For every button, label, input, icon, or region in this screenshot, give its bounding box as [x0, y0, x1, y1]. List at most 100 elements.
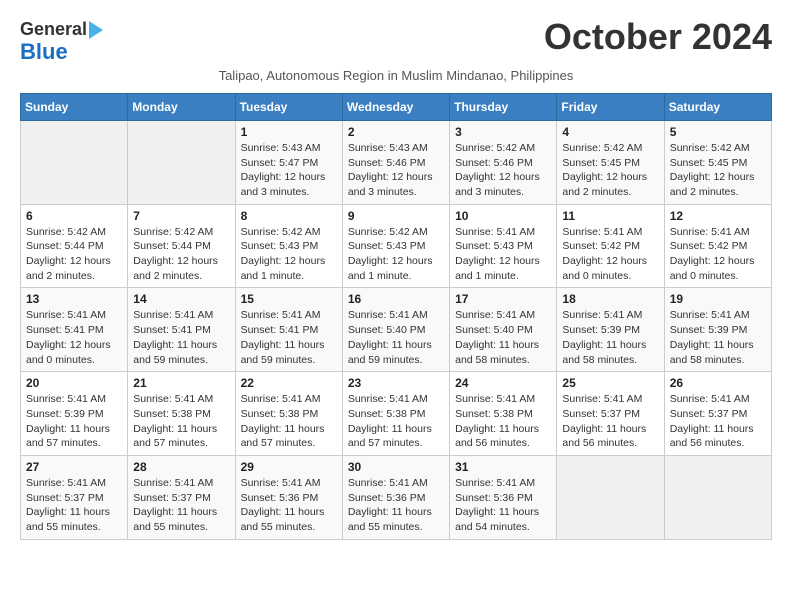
calendar-cell: [557, 455, 664, 539]
weekday-header-saturday: Saturday: [664, 93, 771, 120]
day-info: Sunrise: 5:42 AMSunset: 5:43 PMDaylight:…: [241, 225, 337, 284]
day-number: 1: [241, 125, 337, 139]
day-info: Sunrise: 5:41 AMSunset: 5:36 PMDaylight:…: [241, 476, 337, 535]
logo-arrow-icon: [89, 21, 103, 39]
calendar-cell: 13 Sunrise: 5:41 AMSunset: 5:41 PMDayligh…: [21, 288, 128, 372]
day-info: Sunrise: 5:42 AMSunset: 5:44 PMDaylight:…: [26, 225, 122, 284]
day-info: Sunrise: 5:41 AMSunset: 5:41 PMDaylight:…: [26, 308, 122, 367]
calendar-week-4: 20 Sunrise: 5:41 AMSunset: 5:39 PMDayligh…: [21, 372, 772, 456]
calendar-cell: 30 Sunrise: 5:41 AMSunset: 5:36 PMDayligh…: [342, 455, 449, 539]
calendar-cell: 4Sunrise: 5:42 AMSunset: 5:45 PMDaylight…: [557, 120, 664, 204]
calendar-cell: [21, 120, 128, 204]
day-number: 26: [670, 376, 766, 390]
calendar-cell: 17 Sunrise: 5:41 AMSunset: 5:40 PMDayligh…: [450, 288, 557, 372]
calendar-cell: 7 Sunrise: 5:42 AMSunset: 5:44 PMDaylight…: [128, 204, 235, 288]
day-info: Sunrise: 5:41 AMSunset: 5:38 PMDaylight:…: [348, 392, 444, 451]
day-info: Sunrise: 5:41 AMSunset: 5:38 PMDaylight:…: [133, 392, 229, 451]
calendar-cell: [128, 120, 235, 204]
calendar-subtitle: Talipao, Autonomous Region in Muslim Min…: [20, 68, 772, 83]
logo: General Blue: [20, 20, 103, 64]
day-number: 29: [241, 460, 337, 474]
day-number: 30: [348, 460, 444, 474]
weekday-header-thursday: Thursday: [450, 93, 557, 120]
weekday-header-friday: Friday: [557, 93, 664, 120]
day-info: Sunrise: 5:42 AMSunset: 5:45 PMDaylight:…: [670, 141, 766, 200]
day-info: Sunrise: 5:41 AMSunset: 5:42 PMDaylight:…: [562, 225, 658, 284]
day-info: Sunrise: 5:41 AMSunset: 5:37 PMDaylight:…: [26, 476, 122, 535]
day-info: Sunrise: 5:41 AMSunset: 5:37 PMDaylight:…: [133, 476, 229, 535]
day-number: 27: [26, 460, 122, 474]
calendar-cell: 3Sunrise: 5:42 AMSunset: 5:46 PMDaylight…: [450, 120, 557, 204]
day-info: Sunrise: 5:41 AMSunset: 5:42 PMDaylight:…: [670, 225, 766, 284]
day-info: Sunrise: 5:41 AMSunset: 5:40 PMDaylight:…: [455, 308, 551, 367]
day-info: Sunrise: 5:42 AMSunset: 5:43 PMDaylight:…: [348, 225, 444, 284]
day-info: Sunrise: 5:43 AMSunset: 5:46 PMDaylight:…: [348, 141, 444, 200]
calendar-week-2: 6 Sunrise: 5:42 AMSunset: 5:44 PMDaylight…: [21, 204, 772, 288]
calendar-cell: 8Sunrise: 5:42 AMSunset: 5:43 PMDaylight…: [235, 204, 342, 288]
day-number: 20: [26, 376, 122, 390]
calendar-cell: 1Sunrise: 5:43 AMSunset: 5:47 PMDaylight…: [235, 120, 342, 204]
day-number: 22: [241, 376, 337, 390]
day-info: Sunrise: 5:42 AMSunset: 5:44 PMDaylight:…: [133, 225, 229, 284]
day-number: 16: [348, 292, 444, 306]
day-info: Sunrise: 5:41 AMSunset: 5:38 PMDaylight:…: [455, 392, 551, 451]
calendar-cell: 29 Sunrise: 5:41 AMSunset: 5:36 PMDayligh…: [235, 455, 342, 539]
day-number: 7: [133, 209, 229, 223]
calendar-cell: 2 Sunrise: 5:43 AMSunset: 5:46 PMDaylight…: [342, 120, 449, 204]
day-info: Sunrise: 5:41 AMSunset: 5:41 PMDaylight:…: [241, 308, 337, 367]
calendar-week-5: 27 Sunrise: 5:41 AMSunset: 5:37 PMDayligh…: [21, 455, 772, 539]
header: General Blue October 2024: [20, 16, 772, 64]
day-number: 23: [348, 376, 444, 390]
day-number: 11: [562, 209, 658, 223]
day-info: Sunrise: 5:41 AMSunset: 5:39 PMDaylight:…: [562, 308, 658, 367]
day-info: Sunrise: 5:41 AMSunset: 5:41 PMDaylight:…: [133, 308, 229, 367]
day-info: Sunrise: 5:41 AMSunset: 5:40 PMDaylight:…: [348, 308, 444, 367]
weekday-header-wednesday: Wednesday: [342, 93, 449, 120]
day-number: 13: [26, 292, 122, 306]
day-number: 21: [133, 376, 229, 390]
calendar-cell: 28 Sunrise: 5:41 AMSunset: 5:37 PMDayligh…: [128, 455, 235, 539]
day-number: 12: [670, 209, 766, 223]
calendar-cell: 16 Sunrise: 5:41 AMSunset: 5:40 PMDayligh…: [342, 288, 449, 372]
day-number: 6: [26, 209, 122, 223]
day-number: 31: [455, 460, 551, 474]
logo-text-general: General: [20, 20, 87, 40]
day-info: Sunrise: 5:41 AMSunset: 5:36 PMDaylight:…: [455, 476, 551, 535]
day-number: 18: [562, 292, 658, 306]
calendar-cell: 25Sunrise: 5:41 AMSunset: 5:37 PMDayligh…: [557, 372, 664, 456]
day-number: 3: [455, 125, 551, 139]
weekday-header-sunday: Sunday: [21, 93, 128, 120]
weekday-header-row: SundayMondayTuesdayWednesdayThursdayFrid…: [21, 93, 772, 120]
calendar-cell: 31 Sunrise: 5:41 AMSunset: 5:36 PMDayligh…: [450, 455, 557, 539]
day-number: 19: [670, 292, 766, 306]
calendar-cell: 15Sunrise: 5:41 AMSunset: 5:41 PMDayligh…: [235, 288, 342, 372]
calendar-cell: 22 Sunrise: 5:41 AMSunset: 5:38 PMDayligh…: [235, 372, 342, 456]
weekday-header-tuesday: Tuesday: [235, 93, 342, 120]
weekday-header-monday: Monday: [128, 93, 235, 120]
day-info: Sunrise: 5:41 AMSunset: 5:37 PMDaylight:…: [670, 392, 766, 451]
calendar-cell: [664, 455, 771, 539]
calendar-cell: 9 Sunrise: 5:42 AMSunset: 5:43 PMDaylight…: [342, 204, 449, 288]
day-number: 25: [562, 376, 658, 390]
day-info: Sunrise: 5:41 AMSunset: 5:38 PMDaylight:…: [241, 392, 337, 451]
day-number: 17: [455, 292, 551, 306]
day-info: Sunrise: 5:41 AMSunset: 5:39 PMDaylight:…: [26, 392, 122, 451]
day-number: 2: [348, 125, 444, 139]
day-info: Sunrise: 5:41 AMSunset: 5:39 PMDaylight:…: [670, 308, 766, 367]
calendar-cell: 24 Sunrise: 5:41 AMSunset: 5:38 PMDayligh…: [450, 372, 557, 456]
calendar-week-1: 1Sunrise: 5:43 AMSunset: 5:47 PMDaylight…: [21, 120, 772, 204]
day-info: Sunrise: 5:41 AMSunset: 5:36 PMDaylight:…: [348, 476, 444, 535]
day-number: 5: [670, 125, 766, 139]
calendar-week-3: 13 Sunrise: 5:41 AMSunset: 5:41 PMDayligh…: [21, 288, 772, 372]
calendar-cell: 23 Sunrise: 5:41 AMSunset: 5:38 PMDayligh…: [342, 372, 449, 456]
calendar-table: SundayMondayTuesdayWednesdayThursdayFrid…: [20, 93, 772, 540]
calendar-cell: 26 Sunrise: 5:41 AMSunset: 5:37 PMDayligh…: [664, 372, 771, 456]
day-number: 28: [133, 460, 229, 474]
calendar-cell: 21 Sunrise: 5:41 AMSunset: 5:38 PMDayligh…: [128, 372, 235, 456]
day-number: 24: [455, 376, 551, 390]
calendar-cell: 18 Sunrise: 5:41 AMSunset: 5:39 PMDayligh…: [557, 288, 664, 372]
day-number: 9: [348, 209, 444, 223]
month-title: October 2024: [544, 16, 772, 58]
day-number: 4: [562, 125, 658, 139]
logo-text-blue: Blue: [20, 40, 68, 64]
